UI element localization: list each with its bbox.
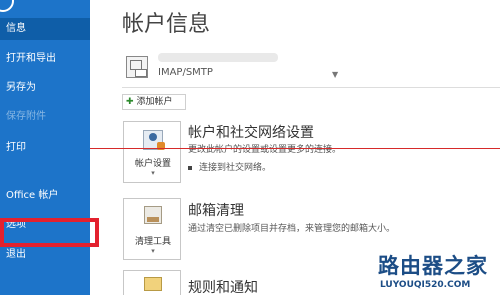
account-settings-icon [143, 130, 165, 150]
cleanup-tools-icon [144, 206, 162, 224]
chevron-down-icon: ▾ [151, 247, 155, 255]
bullet-social-network: 连接到社交网络。 [188, 160, 271, 173]
cleanup-tools-button[interactable]: 清理工具 ▾ [123, 198, 181, 260]
watermark-url: LUYOUQI520.COM [380, 280, 471, 290]
sidebar-item-print[interactable]: 打印 [0, 137, 90, 159]
page-title: 帐户信息 [122, 12, 211, 37]
watermark-title: 路由器之家 [378, 254, 488, 278]
sidebar-item-open-export[interactable]: 打开和导出 [0, 48, 90, 70]
account-settings-button[interactable]: 帐户设置 ▾ [123, 121, 181, 183]
section-desc-mailbox-cleanup: 通过清空已删除项目并存档，来管理您的邮箱大小。 [188, 224, 396, 234]
rules-alerts-button[interactable] [123, 270, 181, 295]
account-selector[interactable]: IMAP/SMTP ▼ [122, 50, 500, 88]
sidebar-item-office-account[interactable]: Office 帐户 [0, 185, 90, 207]
chevron-down-icon: ▾ [151, 169, 155, 177]
section-title-rules-alerts: 规则和通知 [188, 280, 258, 295]
account-type: IMAP/SMTP [158, 67, 213, 78]
add-account-button[interactable]: ✚ 添加帐户 [122, 94, 186, 110]
chevron-down-icon: ▼ [332, 70, 339, 79]
rules-alerts-icon [144, 277, 162, 291]
section-title-mailbox-cleanup: 邮箱清理 [188, 203, 244, 219]
back-arrow-icon[interactable] [0, 0, 14, 12]
sidebar-item-save-as[interactable]: 另存为 [0, 77, 90, 99]
bullet-icon [188, 165, 192, 170]
cleanup-tools-label: 清理工具 [134, 237, 171, 247]
annotation-line [90, 148, 500, 149]
add-account-label: 添加帐户 [136, 97, 173, 107]
bullet-text: 连接到社交网络。 [199, 163, 272, 173]
sidebar-item-exit[interactable]: 退出 [0, 244, 90, 266]
account-email-blurred [158, 53, 278, 62]
options-highlight-box [0, 218, 99, 247]
account-settings-label: 帐户设置 [134, 159, 171, 169]
sidebar-item-save-attachments[interactable]: 保存附件 [0, 106, 90, 128]
watermark: 路由器之家 LUYOUQI520.COM [378, 250, 500, 295]
backstage-sidebar: 信息 打开和导出 另存为 保存附件 打印 Office 帐户 选项 退出 [0, 0, 90, 295]
section-title-account-settings: 帐户和社交网络设置 [188, 125, 314, 141]
sidebar-item-info[interactable]: 信息 [0, 18, 90, 40]
account-icon [126, 56, 148, 78]
plus-icon: ✚ [126, 97, 134, 107]
